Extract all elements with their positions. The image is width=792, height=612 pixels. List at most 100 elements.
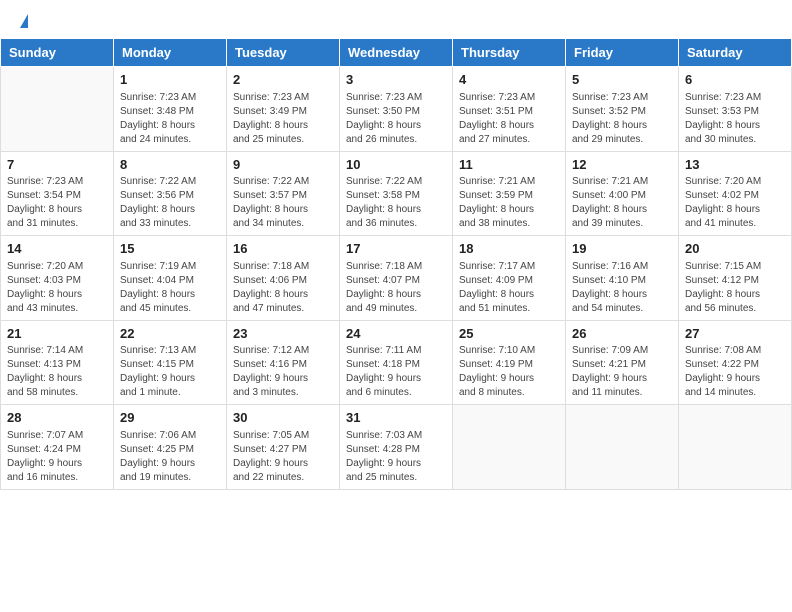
logo	[18, 14, 28, 28]
calendar-cell: 13Sunrise: 7:20 AM Sunset: 4:02 PM Dayli…	[679, 151, 792, 236]
day-info: Sunrise: 7:09 AM Sunset: 4:21 PM Dayligh…	[572, 344, 672, 400]
calendar-week-row: 7Sunrise: 7:23 AM Sunset: 3:54 PM Daylig…	[1, 151, 792, 236]
calendar-table: SundayMondayTuesdayWednesdayThursdayFrid…	[0, 38, 792, 490]
day-number: 6	[685, 71, 785, 89]
day-info: Sunrise: 7:14 AM Sunset: 4:13 PM Dayligh…	[7, 344, 107, 400]
day-number: 23	[233, 325, 333, 343]
day-info: Sunrise: 7:17 AM Sunset: 4:09 PM Dayligh…	[459, 260, 559, 316]
day-number: 19	[572, 240, 672, 258]
logo-triangle-icon	[20, 14, 28, 28]
calendar-cell: 28 Sunrise: 7:07 AM Sunset: 4:24 PM Dayli…	[1, 405, 114, 490]
calendar-cell: 7Sunrise: 7:23 AM Sunset: 3:54 PM Daylig…	[1, 151, 114, 236]
calendar-cell: 30Sunrise: 7:05 AM Sunset: 4:27 PM Dayli…	[227, 405, 340, 490]
day-number: 8	[120, 156, 220, 174]
day-number: 18	[459, 240, 559, 258]
day-info: Sunrise: 7:20 AM Sunset: 4:03 PM Dayligh…	[7, 260, 107, 316]
day-info: Sunrise: 7:18 AM Sunset: 4:06 PM Dayligh…	[233, 260, 333, 316]
calendar-header-friday: Friday	[566, 39, 679, 67]
day-info: Sunrise: 7:23 AM Sunset: 3:53 PM Dayligh…	[685, 91, 785, 147]
day-info: Sunrise: 7:07 AM Sunset: 4:24 PM Dayligh…	[7, 429, 107, 485]
day-number: 29	[120, 409, 220, 427]
day-number: 12	[572, 156, 672, 174]
calendar-header-monday: Monday	[114, 39, 227, 67]
calendar-cell: 3 Sunrise: 7:23 AM Sunset: 3:50 PM Daylig…	[340, 67, 453, 152]
day-number: 20	[685, 240, 785, 258]
calendar-cell: 8Sunrise: 7:22 AM Sunset: 3:56 PM Daylig…	[114, 151, 227, 236]
calendar-cell: 26Sunrise: 7:09 AM Sunset: 4:21 PM Dayli…	[566, 320, 679, 405]
day-info: Sunrise: 7:15 AM Sunset: 4:12 PM Dayligh…	[685, 260, 785, 316]
day-info: Sunrise: 7:23 AM Sunset: 3:54 PM Dayligh…	[7, 175, 107, 231]
calendar-cell: 18 Sunrise: 7:17 AM Sunset: 4:09 PM Dayli…	[453, 236, 566, 321]
calendar-cell: 14 Sunrise: 7:20 AM Sunset: 4:03 PM Dayli…	[1, 236, 114, 321]
calendar-cell: 21Sunrise: 7:14 AM Sunset: 4:13 PM Dayli…	[1, 320, 114, 405]
day-number: 31	[346, 409, 446, 427]
day-info: Sunrise: 7:22 AM Sunset: 3:57 PM Dayligh…	[233, 175, 333, 231]
day-info: Sunrise: 7:23 AM Sunset: 3:50 PM Dayligh…	[346, 91, 446, 147]
day-info: Sunrise: 7:22 AM Sunset: 3:56 PM Dayligh…	[120, 175, 220, 231]
day-number: 22	[120, 325, 220, 343]
calendar-header-row: SundayMondayTuesdayWednesdayThursdayFrid…	[1, 39, 792, 67]
day-info: Sunrise: 7:19 AM Sunset: 4:04 PM Dayligh…	[120, 260, 220, 316]
calendar-cell: 5Sunrise: 7:23 AM Sunset: 3:52 PM Daylig…	[566, 67, 679, 152]
calendar-cell: 15 Sunrise: 7:19 AM Sunset: 4:04 PM Dayli…	[114, 236, 227, 321]
calendar-week-row: 14 Sunrise: 7:20 AM Sunset: 4:03 PM Dayli…	[1, 236, 792, 321]
calendar-cell	[453, 405, 566, 490]
day-info: Sunrise: 7:23 AM Sunset: 3:51 PM Dayligh…	[459, 91, 559, 147]
day-number: 14	[7, 240, 107, 258]
page: SundayMondayTuesdayWednesdayThursdayFrid…	[0, 0, 792, 612]
day-number: 11	[459, 156, 559, 174]
day-info: Sunrise: 7:18 AM Sunset: 4:07 PM Dayligh…	[346, 260, 446, 316]
header	[0, 0, 792, 34]
calendar-cell: 12Sunrise: 7:21 AM Sunset: 4:00 PM Dayli…	[566, 151, 679, 236]
day-info: Sunrise: 7:20 AM Sunset: 4:02 PM Dayligh…	[685, 175, 785, 231]
day-number: 13	[685, 156, 785, 174]
day-number: 25	[459, 325, 559, 343]
day-info: Sunrise: 7:11 AM Sunset: 4:18 PM Dayligh…	[346, 344, 446, 400]
day-info: Sunrise: 7:22 AM Sunset: 3:58 PM Dayligh…	[346, 175, 446, 231]
day-number: 3	[346, 71, 446, 89]
day-number: 1	[120, 71, 220, 89]
day-info: Sunrise: 7:12 AM Sunset: 4:16 PM Dayligh…	[233, 344, 333, 400]
day-info: Sunrise: 7:23 AM Sunset: 3:48 PM Dayligh…	[120, 91, 220, 147]
calendar-header-sunday: Sunday	[1, 39, 114, 67]
day-info: Sunrise: 7:10 AM Sunset: 4:19 PM Dayligh…	[459, 344, 559, 400]
calendar-cell: 10Sunrise: 7:22 AM Sunset: 3:58 PM Dayli…	[340, 151, 453, 236]
calendar-cell	[1, 67, 114, 152]
calendar-week-row: 21Sunrise: 7:14 AM Sunset: 4:13 PM Dayli…	[1, 320, 792, 405]
calendar-cell	[679, 405, 792, 490]
calendar-week-row: 28 Sunrise: 7:07 AM Sunset: 4:24 PM Dayli…	[1, 405, 792, 490]
day-info: Sunrise: 7:03 AM Sunset: 4:28 PM Dayligh…	[346, 429, 446, 485]
day-number: 2	[233, 71, 333, 89]
calendar-cell: 1 Sunrise: 7:23 AM Sunset: 3:48 PM Daylig…	[114, 67, 227, 152]
day-number: 28	[7, 409, 107, 427]
day-info: Sunrise: 7:08 AM Sunset: 4:22 PM Dayligh…	[685, 344, 785, 400]
calendar-cell: 20 Sunrise: 7:15 AM Sunset: 4:12 PM Dayli…	[679, 236, 792, 321]
calendar-cell: 25Sunrise: 7:10 AM Sunset: 4:19 PM Dayli…	[453, 320, 566, 405]
day-info: Sunrise: 7:23 AM Sunset: 3:52 PM Dayligh…	[572, 91, 672, 147]
calendar-cell: 6 Sunrise: 7:23 AM Sunset: 3:53 PM Daylig…	[679, 67, 792, 152]
day-number: 9	[233, 156, 333, 174]
calendar-cell: 24Sunrise: 7:11 AM Sunset: 4:18 PM Dayli…	[340, 320, 453, 405]
day-number: 17	[346, 240, 446, 258]
calendar-cell: 9Sunrise: 7:22 AM Sunset: 3:57 PM Daylig…	[227, 151, 340, 236]
day-number: 15	[120, 240, 220, 258]
day-number: 30	[233, 409, 333, 427]
calendar-header-thursday: Thursday	[453, 39, 566, 67]
calendar-header-wednesday: Wednesday	[340, 39, 453, 67]
day-number: 10	[346, 156, 446, 174]
calendar-week-row: 1 Sunrise: 7:23 AM Sunset: 3:48 PM Daylig…	[1, 67, 792, 152]
calendar-cell: 22Sunrise: 7:13 AM Sunset: 4:15 PM Dayli…	[114, 320, 227, 405]
calendar-cell: 16Sunrise: 7:18 AM Sunset: 4:06 PM Dayli…	[227, 236, 340, 321]
calendar-cell	[566, 405, 679, 490]
day-number: 4	[459, 71, 559, 89]
calendar-cell: 11Sunrise: 7:21 AM Sunset: 3:59 PM Dayli…	[453, 151, 566, 236]
day-number: 27	[685, 325, 785, 343]
day-number: 24	[346, 325, 446, 343]
day-info: Sunrise: 7:13 AM Sunset: 4:15 PM Dayligh…	[120, 344, 220, 400]
day-number: 21	[7, 325, 107, 343]
day-number: 7	[7, 156, 107, 174]
day-number: 26	[572, 325, 672, 343]
calendar-cell: 29Sunrise: 7:06 AM Sunset: 4:25 PM Dayli…	[114, 405, 227, 490]
calendar-cell: 17 Sunrise: 7:18 AM Sunset: 4:07 PM Dayli…	[340, 236, 453, 321]
calendar-cell: 4 Sunrise: 7:23 AM Sunset: 3:51 PM Daylig…	[453, 67, 566, 152]
